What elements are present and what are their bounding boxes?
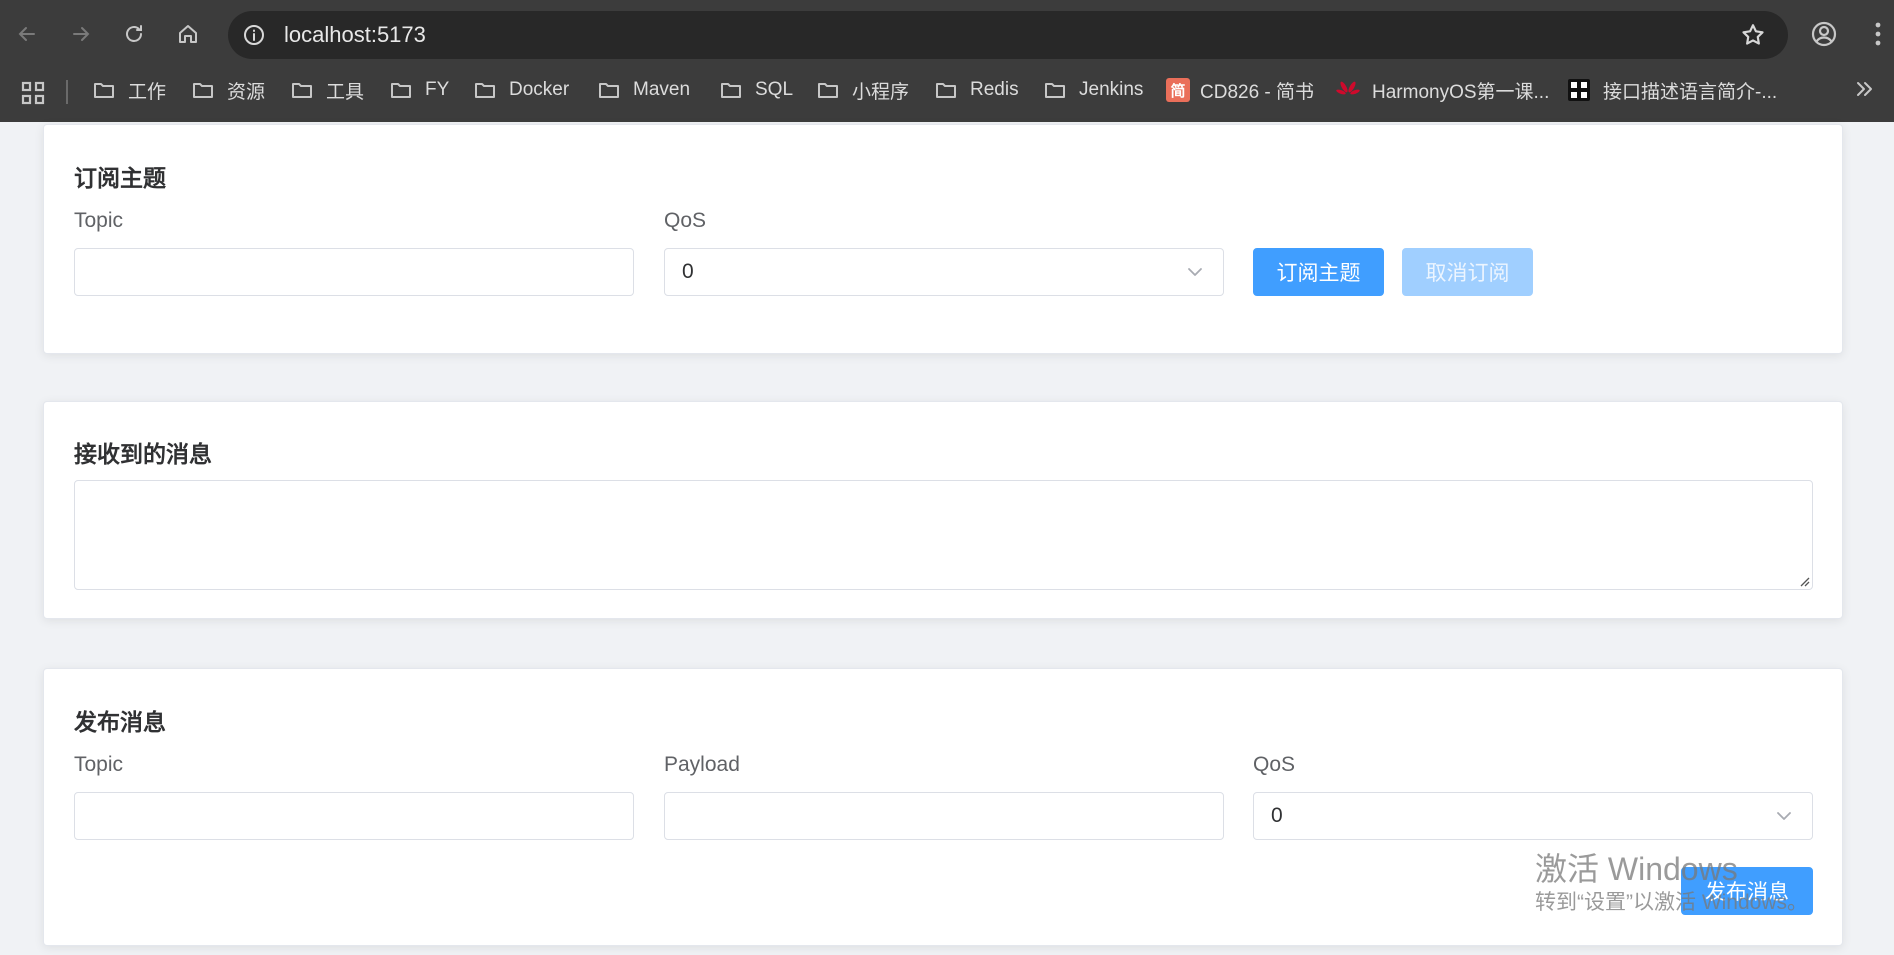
bookmark-idl-intro[interactable]: 接口描述语言简介-... — [1567, 68, 1777, 112]
bookmark-star-icon[interactable] — [1740, 22, 1766, 48]
bookmark-label: 小程序 — [852, 81, 910, 103]
jianshu-logo-icon: 简 — [1166, 78, 1190, 102]
unsubscribe-button[interactable]: 取消订阅 — [1402, 248, 1533, 296]
folder-icon — [292, 83, 312, 98]
folder-icon — [391, 83, 411, 98]
bookmark-label: 资源 — [227, 81, 266, 103]
bookmark-label: Maven — [633, 79, 691, 100]
folder-icon — [818, 83, 838, 98]
bookmark-folder-redis[interactable]: Redis — [934, 68, 1019, 112]
bookmark-label: SQL — [755, 79, 794, 100]
bookmark-label: CD826 - 简书 — [1200, 81, 1315, 103]
subscribe-topic-label: Topic — [74, 209, 124, 232]
folder-icon — [475, 83, 495, 98]
received-messages-card: 接收到的消息 — [43, 401, 1843, 619]
browser-menu-icon[interactable] — [1870, 18, 1886, 50]
subscribe-button[interactable]: 订阅主题 — [1253, 248, 1384, 296]
bookmark-folder-work[interactable]: 工作 — [92, 68, 166, 112]
forward-button[interactable] — [63, 16, 99, 52]
folder-icon — [936, 83, 956, 98]
bookmark-folder-miniprogram[interactable]: 小程序 — [816, 68, 909, 112]
bookmark-label: Redis — [970, 79, 1019, 100]
app-page: 订阅主题 Topic QoS 0 订阅主题 取消订阅 接收到的消息 发布消息 T… — [0, 122, 1894, 955]
publish-topic-label: Topic — [74, 753, 124, 776]
subscribe-qos-label: QoS — [664, 209, 707, 232]
bookmarks-separator — [66, 80, 68, 104]
folder-icon — [1045, 83, 1065, 98]
publish-topic-input[interactable] — [74, 792, 634, 840]
publish-button[interactable]: 发布消息 — [1681, 867, 1813, 915]
publish-card: 发布消息 Topic Payload QoS 0 发布消息 — [43, 668, 1843, 946]
address-bar[interactable]: localhost:5173 — [228, 11, 1788, 59]
subscribe-qos-select[interactable]: 0 — [664, 248, 1224, 296]
bookmark-label: HarmonyOS第一课... — [1372, 81, 1550, 103]
bookmark-folder-sql[interactable]: SQL — [719, 68, 793, 112]
bookmark-label: Jenkins — [1079, 79, 1144, 100]
bookmark-label: FY — [425, 79, 450, 100]
bookmark-label: 接口描述语言简介-... — [1603, 81, 1778, 103]
bookmark-label: 工具 — [326, 81, 365, 103]
publish-qos-select[interactable]: 0 — [1253, 792, 1813, 840]
huawei-logo-icon — [1336, 81, 1360, 95]
home-button[interactable] — [170, 16, 206, 52]
back-button[interactable] — [9, 16, 45, 52]
publish-title: 发布消息 — [74, 709, 166, 735]
bookmark-folder-resources[interactable]: 资源 — [191, 68, 265, 112]
bookmarks-bar: 工作 资源 工具 FY Docker Maven SQL 小程序 Redis J… — [0, 68, 1894, 122]
chevron-down-icon — [1777, 812, 1791, 820]
bookmark-folder-jenkins[interactable]: Jenkins — [1043, 68, 1143, 112]
browser-chrome: localhost:5173 工作 资源 工具 FY Docker Maven … — [0, 0, 1894, 122]
received-messages-textarea[interactable] — [74, 480, 1813, 590]
reload-icon — [126, 25, 142, 42]
profile-icon[interactable] — [1808, 18, 1840, 50]
bookmark-jianshu[interactable]: 简 CD826 - 简书 — [1166, 68, 1314, 112]
subscribe-card: 订阅主题 Topic QoS 0 订阅主题 取消订阅 — [43, 124, 1843, 354]
browser-toolbar: localhost:5173 — [0, 0, 1894, 68]
bookmark-folder-maven[interactable]: Maven — [597, 68, 690, 112]
folder-icon — [599, 83, 619, 98]
bookmark-folder-docker[interactable]: Docker — [473, 68, 569, 112]
bookmark-folder-tools[interactable]: 工具 — [290, 68, 364, 112]
reload-button[interactable] — [116, 16, 152, 52]
subscribe-topic-input[interactable] — [74, 248, 634, 296]
publish-qos-value: 0 — [1271, 804, 1283, 827]
publish-payload-input[interactable] — [664, 792, 1224, 840]
folder-icon — [94, 83, 114, 98]
folder-icon — [721, 83, 741, 98]
folder-icon — [193, 83, 213, 98]
hmos-logo-icon — [1568, 79, 1590, 101]
chevron-double-right-icon[interactable] — [1852, 77, 1876, 101]
chevron-down-icon — [1188, 268, 1202, 276]
bookmark-harmonyos[interactable]: HarmonyOS第一课... — [1336, 68, 1549, 112]
subscribe-title: 订阅主题 — [74, 165, 166, 191]
home-icon — [179, 25, 197, 43]
apps-grid-icon[interactable] — [20, 80, 46, 106]
bookmark-label: Docker — [509, 79, 570, 100]
publish-qos-label: QoS — [1253, 753, 1296, 776]
publish-payload-label: Payload — [664, 753, 740, 776]
site-info-icon[interactable] — [242, 23, 266, 47]
arrow-left-icon — [18, 27, 35, 41]
url-text[interactable]: localhost:5173 — [284, 11, 426, 59]
subscribe-qos-value: 0 — [682, 260, 694, 283]
resize-handle-icon[interactable] — [1798, 575, 1810, 587]
arrow-right-icon — [73, 27, 90, 41]
received-messages-title: 接收到的消息 — [74, 441, 212, 467]
bookmark-folder-fy[interactable]: FY — [389, 68, 449, 112]
bookmark-label: 工作 — [128, 81, 167, 103]
